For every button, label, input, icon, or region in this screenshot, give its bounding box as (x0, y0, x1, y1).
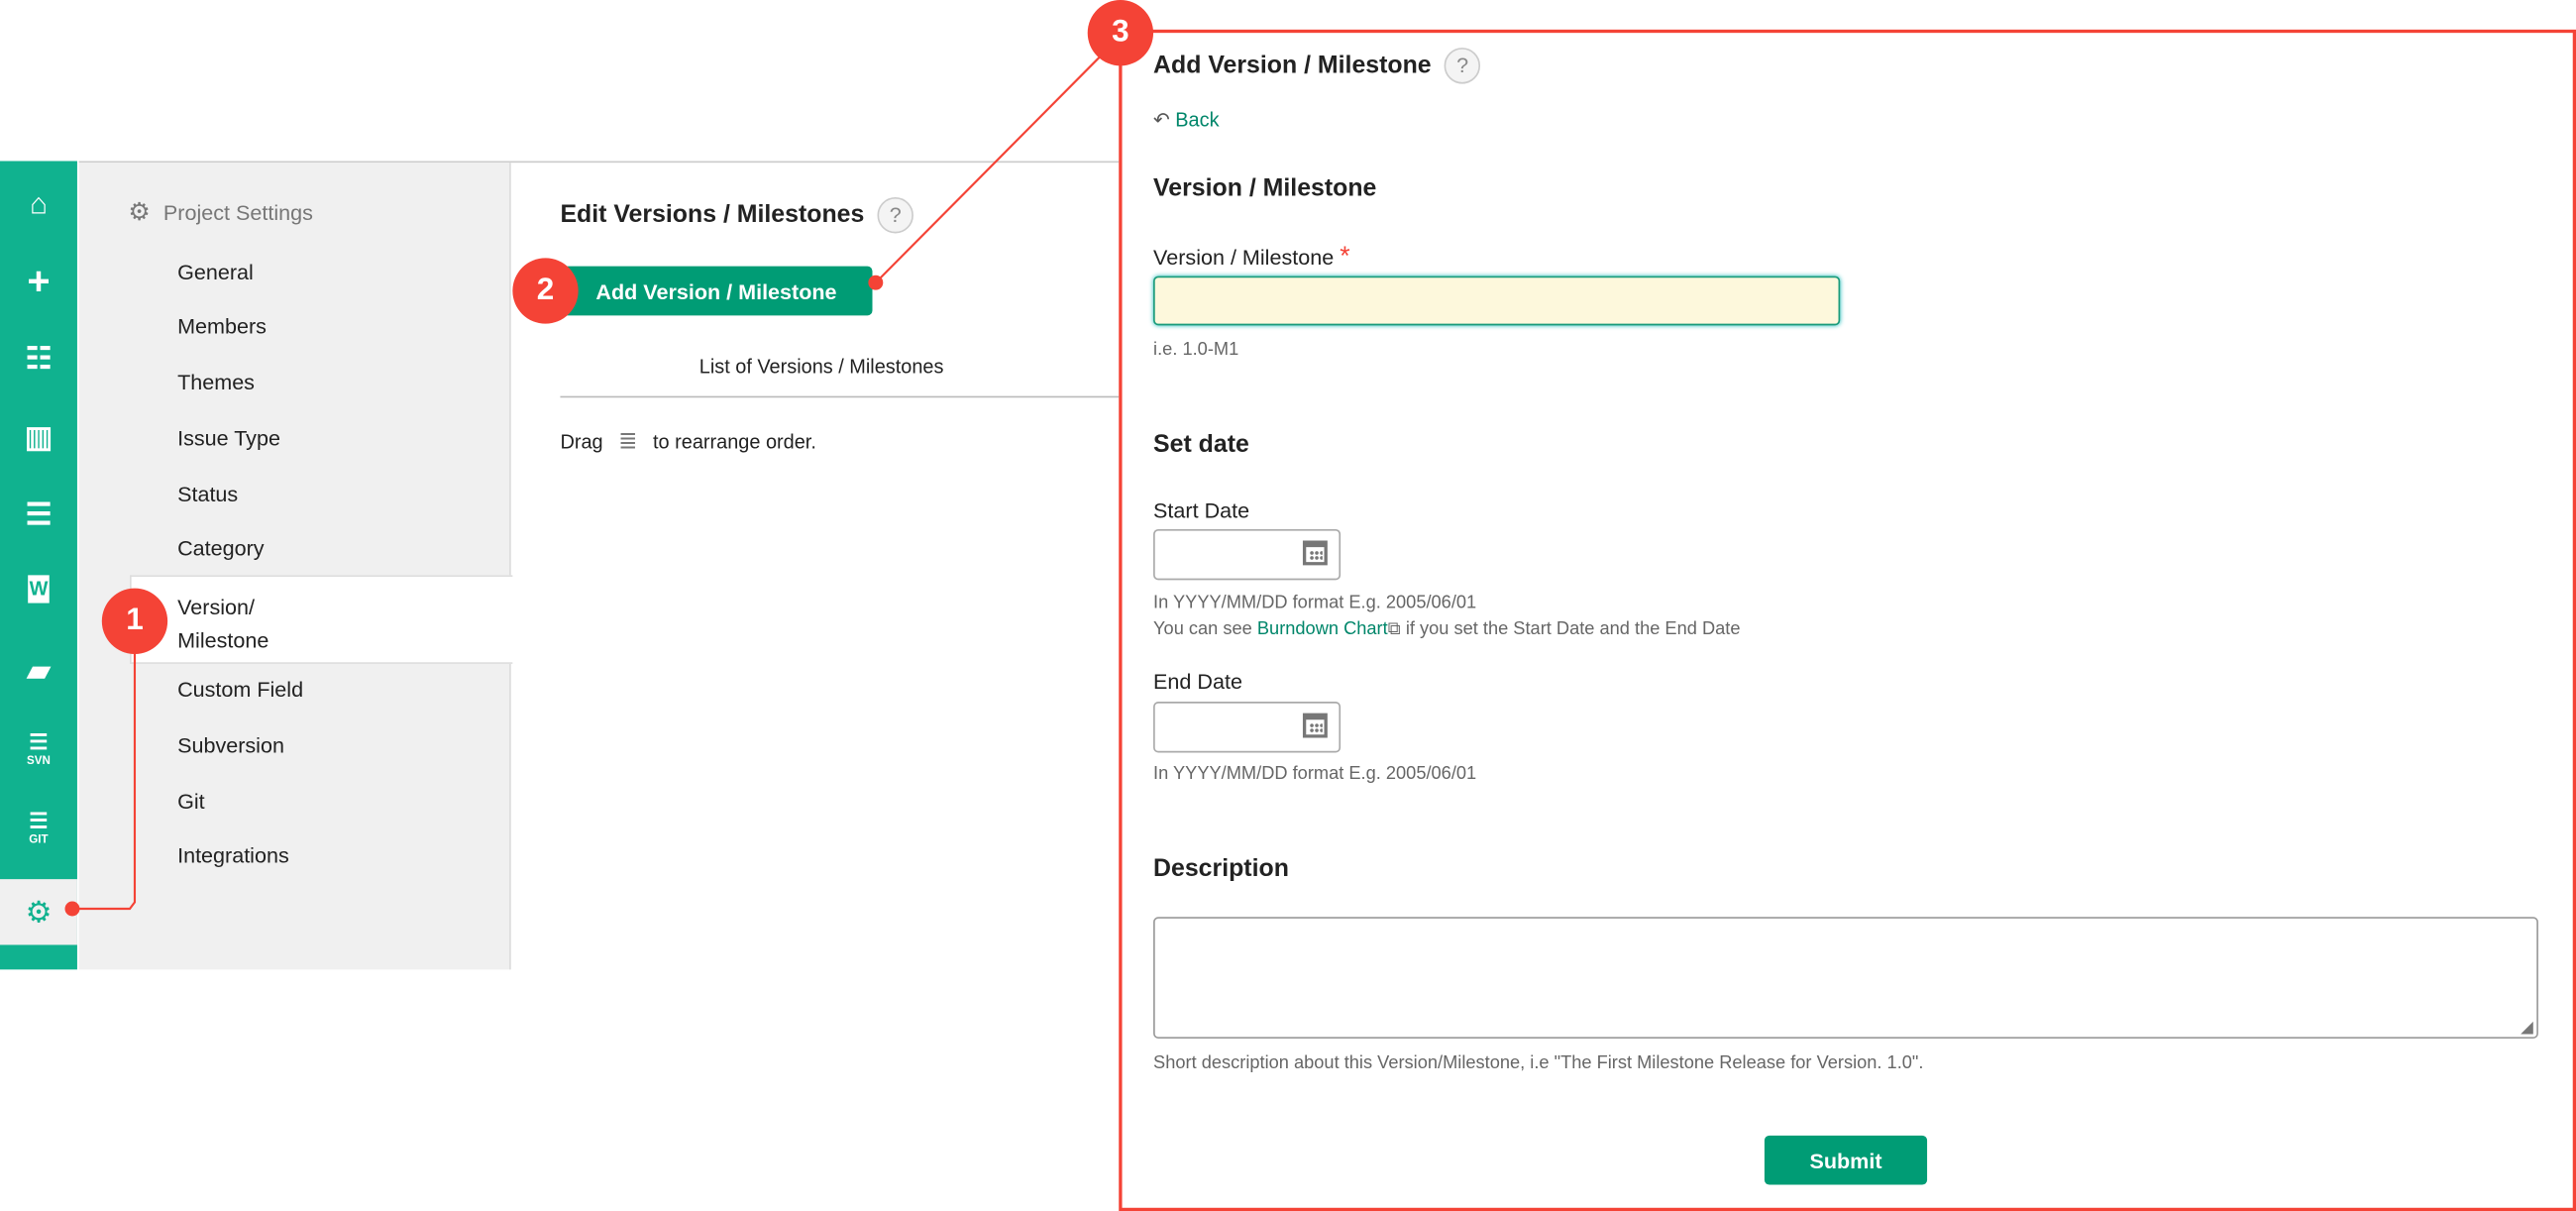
section-description: Description (1153, 854, 1289, 883)
annotation-badge-3: 3 (1087, 0, 1154, 66)
burndown-hint: You can see Burndown Chart⧉ if you set t… (1153, 619, 1741, 640)
burndown-chart-link[interactable]: Burndown Chart (1257, 619, 1388, 639)
calendar-icon[interactable] (1302, 540, 1328, 566)
end-date-input[interactable] (1153, 702, 1342, 753)
start-date-label: Start Date (1153, 497, 1250, 523)
form-title: Add Version / Milestone? (1153, 48, 1481, 84)
start-date-input[interactable] (1153, 528, 1342, 581)
help-icon[interactable]: ? (1444, 48, 1481, 84)
annotation-dot-2 (868, 275, 884, 290)
calendar-icon[interactable] (1302, 713, 1328, 738)
external-window-icon: ⧉ (1387, 619, 1401, 640)
section-version: Version / Milestone (1153, 173, 1377, 202)
annotation-line-1 (71, 640, 137, 911)
submit-button[interactable]: Submit (1764, 1135, 1928, 1185)
end-date-hint: In YYYY/MM/DD format E.g. 2005/06/01 (1153, 764, 1477, 784)
annotation-line-2 (875, 52, 1106, 283)
back-arrow-icon: ↶ (1153, 108, 1170, 132)
end-date-label: End Date (1153, 668, 1242, 694)
section-set-date: Set date (1153, 430, 1249, 459)
version-input[interactable] (1153, 275, 1841, 326)
start-date-hint: In YYYY/MM/DD format E.g. 2005/06/01 (1153, 593, 1477, 613)
add-version-panel: Add Version / Milestone? ↶ Back Version … (1119, 29, 2576, 1211)
required-mark: * (1340, 243, 1350, 272)
annotation-dot-1 (64, 901, 80, 917)
back-link[interactable]: ↶ Back (1153, 108, 1219, 131)
resize-handle-icon[interactable]: ◢ (2521, 1019, 2533, 1037)
annotation-badge-1: 1 (101, 588, 168, 654)
version-hint: i.e. 1.0-M1 (1153, 340, 1239, 361)
description-textarea[interactable]: ◢ (1153, 917, 2538, 1039)
annotation-badge-2: 2 (512, 258, 579, 324)
version-label: Version / Milestone * (1153, 243, 1350, 272)
description-hint: Short description about this Version/Mil… (1153, 1052, 1924, 1073)
